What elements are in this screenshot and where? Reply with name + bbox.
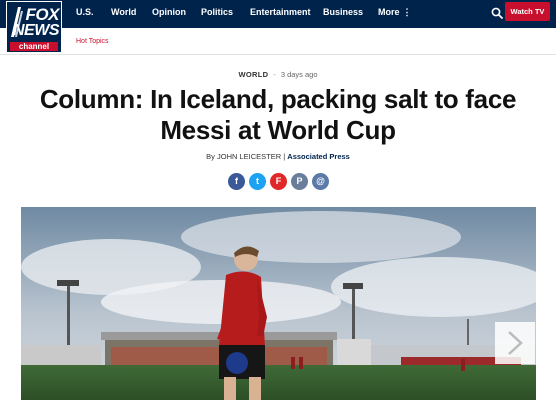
print-button[interactable]: P xyxy=(291,173,308,190)
twitter-icon: t xyxy=(256,176,259,186)
twitter-share-button[interactable]: t xyxy=(249,173,266,190)
vertical-dots-icon: ⋮ xyxy=(402,7,412,17)
stadium-photo-illustration xyxy=(21,207,536,400)
next-image-button[interactable] xyxy=(495,322,535,364)
facebook-share-button[interactable]: f xyxy=(228,173,245,190)
flipboard-share-button[interactable]: F xyxy=(270,173,287,190)
nav-more-label: More xyxy=(378,7,400,17)
hot-topics-bar: Hot Topics xyxy=(0,28,556,55)
hot-topics-link[interactable]: Hot Topics xyxy=(76,38,109,45)
logo-text-channel: channel xyxy=(10,42,58,51)
nav-item-world[interactable]: World xyxy=(111,7,136,17)
watch-tv-button[interactable]: Watch TV xyxy=(505,2,550,21)
article-eyebrow: WORLD -3 days ago xyxy=(0,70,556,79)
flipboard-icon: F xyxy=(275,176,282,186)
share-buttons: f t F P @ xyxy=(228,173,338,191)
eyebrow-separator: - xyxy=(273,70,276,79)
fox-news-logo[interactable]: FOX NEWS channel xyxy=(6,1,62,53)
byline: By JOHN LEICESTER | Associated Press xyxy=(0,152,556,161)
nav-item-entertainment[interactable]: Entertainment xyxy=(250,7,311,17)
logo-text-fox: FOX xyxy=(25,5,60,24)
timestamp: 3 days ago xyxy=(280,70,318,79)
nav-item-us[interactable]: U.S. xyxy=(76,7,94,17)
facebook-icon: f xyxy=(235,176,238,186)
nav-item-business[interactable]: Business xyxy=(323,7,363,17)
nav-item-opinion[interactable]: Opinion xyxy=(152,7,186,17)
email-icon: @ xyxy=(316,176,325,186)
category-link[interactable]: WORLD xyxy=(238,70,268,79)
article-headline: Column: In Iceland, packing salt to face… xyxy=(39,84,517,145)
email-share-button[interactable]: @ xyxy=(312,173,329,190)
byline-source-link[interactable]: Associated Press xyxy=(287,152,350,161)
byline-author: By JOHN LEICESTER | xyxy=(206,152,288,161)
print-icon: P xyxy=(296,176,303,186)
article-hero-image xyxy=(21,207,536,400)
nav-item-politics[interactable]: Politics xyxy=(201,7,233,17)
chevron-right-icon xyxy=(508,331,523,355)
logo-text-news: NEWS xyxy=(13,22,60,39)
search-icon[interactable] xyxy=(491,7,503,19)
nav-item-more[interactable]: More ⋮ xyxy=(378,7,412,18)
